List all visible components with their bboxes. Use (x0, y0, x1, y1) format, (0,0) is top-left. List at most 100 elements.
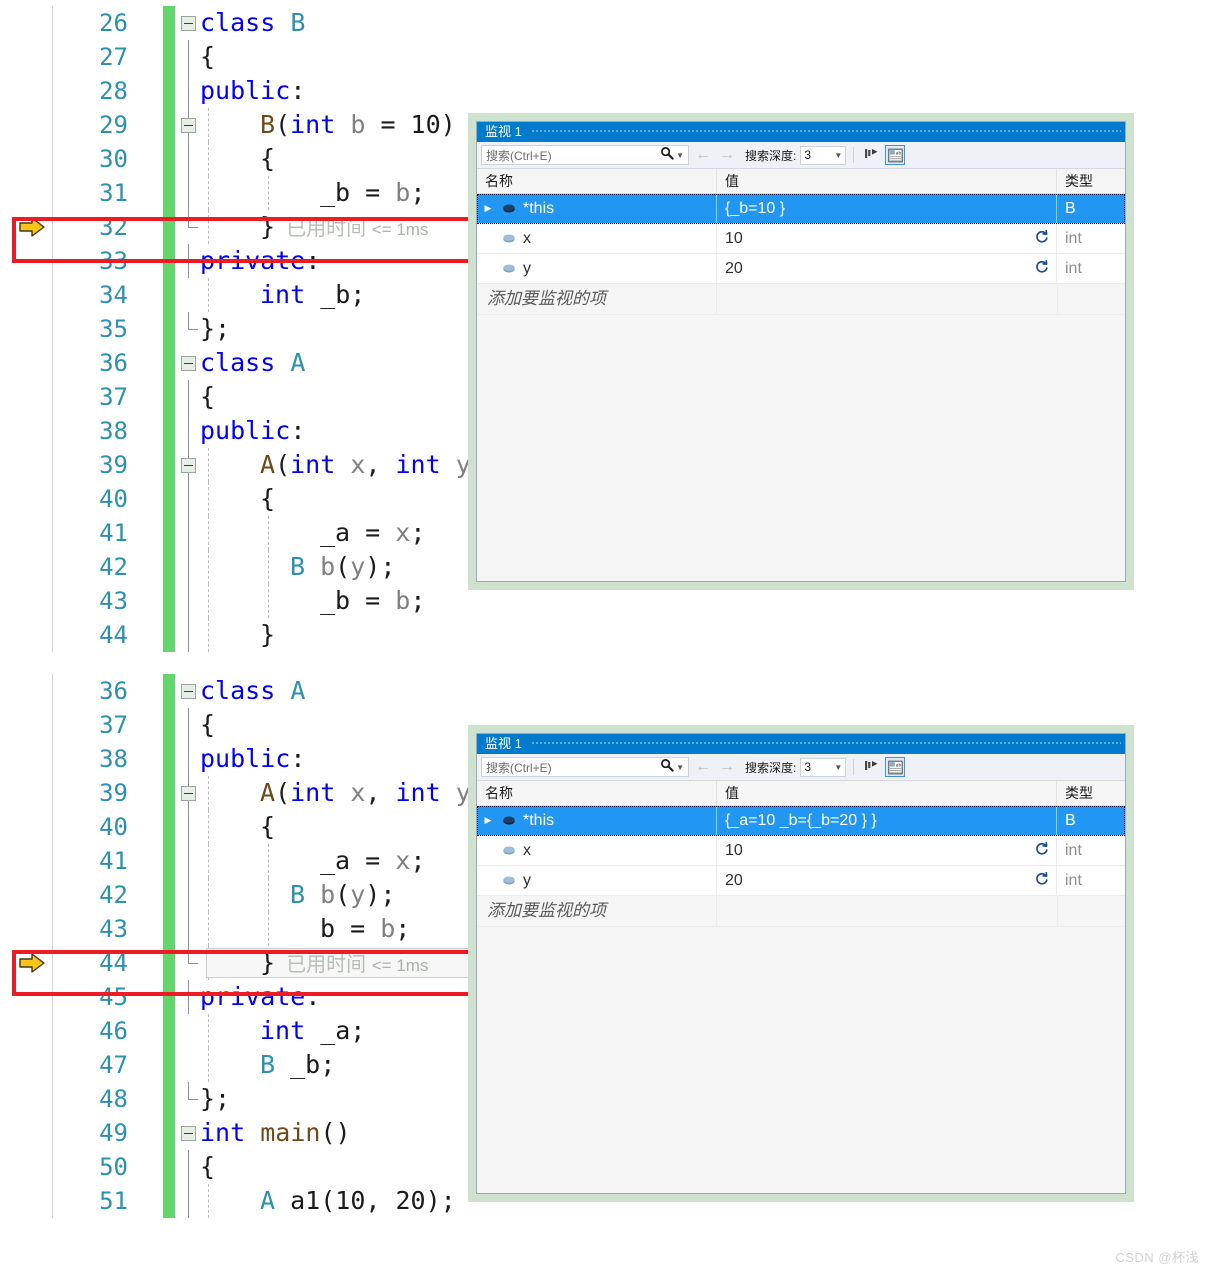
column-header-name[interactable]: 名称 (477, 781, 717, 805)
watch-row[interactable]: ▶ *this {_a=10 _b={_b=20 } } B (477, 806, 1125, 836)
code-text[interactable]: _a = x; (320, 844, 425, 878)
watch-row-value-cell[interactable]: {_b=10 } (717, 194, 1057, 223)
watch-row[interactable]: x 10 int (477, 224, 1125, 254)
code-text[interactable]: _b = b; (320, 584, 425, 618)
add-watch-placeholder[interactable]: 添加要监视的项 (477, 896, 717, 926)
collapse-region-icon[interactable] (181, 16, 196, 31)
refresh-icon[interactable] (1035, 871, 1049, 890)
watch-row[interactable]: x 10 int (477, 836, 1125, 866)
code-text[interactable]: public: (200, 74, 305, 108)
watch-window-titlebar[interactable]: 监视 1 (477, 734, 1125, 754)
code-text[interactable]: A a1(10, 20); (260, 1184, 456, 1218)
refresh-icon[interactable] (1035, 229, 1049, 248)
hex-display-icon[interactable]: ab (885, 757, 906, 777)
code-text[interactable]: int _b; (260, 278, 365, 312)
add-watch-value-pad[interactable] (717, 896, 1058, 926)
collapse-region-icon[interactable] (181, 118, 196, 133)
code-text[interactable]: } 已用时间 <= 1ms (260, 946, 428, 983)
code-text[interactable]: }; (200, 1082, 230, 1116)
code-text[interactable]: class A (200, 674, 305, 708)
column-header-type[interactable]: 类型 (1057, 781, 1125, 805)
watch-expression-name[interactable]: *this (519, 812, 554, 830)
collapse-region-icon[interactable] (181, 786, 196, 801)
collapse-region-icon[interactable] (181, 356, 196, 371)
code-text[interactable]: B b(y); (290, 878, 395, 912)
column-header-value[interactable]: 值 (717, 781, 1057, 805)
watch-row-value-cell[interactable]: 10 (717, 836, 1057, 865)
code-text[interactable]: b = b; (320, 912, 410, 946)
search-depth-select[interactable]: 3 ▼ (800, 145, 847, 165)
watch-row-name-cell[interactable]: y (477, 254, 717, 283)
code-text[interactable]: { (200, 40, 215, 74)
code-text[interactable]: }; (200, 312, 230, 346)
code-text[interactable]: { (260, 142, 275, 176)
code-text[interactable]: class B (200, 6, 305, 40)
watch-row-name-cell[interactable]: x (477, 836, 717, 865)
code-text[interactable]: { (260, 482, 275, 516)
code-text[interactable]: A(int x, int y) (260, 448, 486, 482)
code-text[interactable]: public: (200, 742, 305, 776)
collapse-region-icon[interactable] (181, 684, 196, 699)
code-text[interactable]: B b(y); (290, 550, 395, 584)
forward-arrow-icon[interactable]: → (717, 759, 737, 775)
watch-row[interactable]: ▶ *this {_b=10 } B (477, 194, 1125, 224)
code-text[interactable]: int _a; (260, 1014, 365, 1048)
add-watch-row[interactable]: 添加要监视的项 (477, 896, 1125, 927)
code-text[interactable]: { (200, 1150, 215, 1184)
code-text[interactable]: public: (200, 414, 305, 448)
search-depth-select[interactable]: 3 ▼ (800, 757, 847, 777)
watch-expression-name[interactable]: *this (519, 200, 554, 218)
add-watch-row[interactable]: 添加要监视的项 (477, 284, 1125, 315)
expand-triangle-icon[interactable]: ▶ (477, 203, 499, 214)
search-input[interactable]: 搜索(Ctrl+E) ▼ (481, 757, 689, 777)
chevron-down-icon[interactable]: ▼ (676, 763, 684, 772)
pin-icon[interactable] (861, 757, 881, 777)
code-text[interactable]: } 已用时间 <= 1ms (260, 210, 428, 247)
add-watch-placeholder[interactable]: 添加要监视的项 (477, 284, 717, 314)
code-text[interactable]: _b = b; (320, 176, 425, 210)
watch-expression-name[interactable]: y (519, 872, 531, 890)
code-text[interactable]: class A (200, 346, 305, 380)
chevron-down-icon[interactable]: ▼ (834, 763, 842, 772)
refresh-icon[interactable] (1035, 259, 1049, 278)
expand-triangle-icon[interactable]: ▶ (477, 815, 499, 826)
collapse-region-icon[interactable] (181, 458, 196, 473)
back-arrow-icon[interactable]: ← (693, 147, 713, 163)
back-arrow-icon[interactable]: ← (693, 759, 713, 775)
code-text[interactable]: int main() (200, 1116, 351, 1150)
code-text[interactable]: B(int b = 10) (260, 108, 456, 142)
watch-expression-name[interactable]: x (519, 842, 531, 860)
column-header-value[interactable]: 值 (717, 169, 1057, 193)
chevron-down-icon[interactable]: ▼ (676, 151, 684, 160)
watch-row-value-cell[interactable]: 20 (717, 254, 1057, 283)
watch-row-value-cell[interactable]: 10 (717, 224, 1057, 253)
code-text[interactable]: } (260, 618, 275, 652)
watch-row-name-cell[interactable]: ▶ *this (477, 806, 717, 835)
watch-row-value-cell[interactable]: {_a=10 _b={_b=20 } } (717, 806, 1057, 835)
watch-row-name-cell[interactable]: ▶ *this (477, 194, 717, 223)
code-text[interactable]: private: (200, 244, 320, 278)
chevron-down-icon[interactable]: ▼ (834, 151, 842, 160)
watch-row[interactable]: y 20 int (477, 866, 1125, 896)
code-text[interactable]: A(int x, int y) (260, 776, 486, 810)
watch-expression-name[interactable]: x (519, 230, 531, 248)
column-header-name[interactable]: 名称 (477, 169, 717, 193)
watch-row-name-cell[interactable]: x (477, 224, 717, 253)
code-text[interactable]: { (200, 380, 215, 414)
search-input[interactable]: 搜索(Ctrl+E) ▼ (481, 145, 689, 165)
code-text[interactable]: B _b; (260, 1048, 335, 1082)
collapse-region-icon[interactable] (181, 1126, 196, 1141)
pin-icon[interactable] (861, 145, 881, 165)
code-text[interactable]: _a = x; (320, 516, 425, 550)
watch-expression-name[interactable]: y (519, 260, 531, 278)
hex-display-icon[interactable]: ab (885, 145, 906, 165)
code-text[interactable]: { (260, 810, 275, 844)
code-text[interactable]: private: (200, 980, 320, 1014)
refresh-icon[interactable] (1035, 841, 1049, 860)
watch-window-titlebar[interactable]: 监视 1 (477, 122, 1125, 142)
column-header-type[interactable]: 类型 (1057, 169, 1125, 193)
watch-row-value-cell[interactable]: 20 (717, 866, 1057, 895)
add-watch-value-pad[interactable] (717, 284, 1058, 314)
code-text[interactable]: { (200, 708, 215, 742)
watch-row[interactable]: y 20 int (477, 254, 1125, 284)
